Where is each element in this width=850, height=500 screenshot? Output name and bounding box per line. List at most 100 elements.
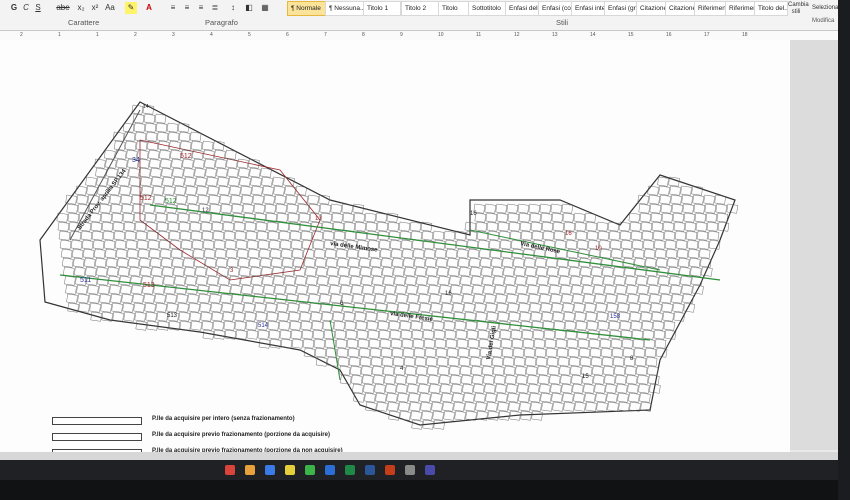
parcel [434, 248, 447, 259]
style-sottotitolo[interactable]: Sottotitolo [468, 1, 510, 16]
cambia-stili-button[interactable]: Cambia stili [788, 2, 809, 16]
parcel [232, 302, 244, 313]
underline-button[interactable]: S [34, 2, 42, 14]
parcel [518, 302, 530, 313]
parcel [207, 185, 219, 196]
shading-icon[interactable]: ◧ [244, 2, 254, 14]
app-icon[interactable] [405, 465, 415, 475]
parcel [403, 356, 416, 367]
parcel [662, 311, 674, 322]
parcel [491, 257, 503, 268]
italic-button[interactable]: C [22, 2, 30, 14]
app-icon[interactable] [265, 465, 275, 475]
parcel [411, 329, 424, 340]
parcel [363, 293, 375, 304]
parcel [245, 320, 258, 331]
parcel [558, 266, 570, 277]
parcel [594, 293, 606, 304]
parcel [528, 383, 540, 394]
parcel [100, 212, 113, 223]
style-titolo[interactable]: Titolo [438, 1, 470, 16]
parcel [654, 338, 667, 349]
parcel [518, 392, 530, 403]
parcel [166, 122, 179, 133]
parcel [408, 392, 420, 403]
parcel [522, 338, 535, 349]
parcel [162, 176, 174, 187]
parcel [250, 266, 262, 277]
parcel [563, 401, 575, 412]
ruler-number: 6 [286, 32, 289, 38]
parcel [296, 284, 308, 295]
parcel [206, 176, 218, 187]
change-case-button[interactable]: Aa [104, 2, 116, 14]
parcel [519, 401, 531, 412]
parcel [539, 293, 551, 304]
style-nessuna[interactable]: ¶ Nessuna... [325, 1, 367, 16]
superscript-button[interactable]: x² [90, 2, 100, 14]
parcel [304, 257, 316, 268]
app-icon[interactable] [245, 465, 255, 475]
bold-button[interactable]: G [10, 2, 18, 14]
app-icon[interactable] [425, 465, 435, 475]
parcel [443, 410, 455, 421]
parcel [315, 257, 327, 268]
parcel [638, 293, 650, 304]
parcel [692, 194, 704, 205]
style-normale[interactable]: ¶ Normale [287, 1, 329, 16]
subscript-button[interactable]: x₂ [76, 2, 86, 14]
parcel [129, 176, 141, 187]
seleziona-button[interactable]: Seleziona [812, 2, 838, 14]
parcel [547, 266, 559, 277]
parcel [118, 266, 130, 277]
parcel [462, 383, 474, 394]
powerpoint-icon[interactable] [385, 465, 395, 475]
parcel [524, 257, 536, 268]
borders-icon[interactable]: ▦ [260, 2, 270, 14]
parcel [225, 248, 238, 259]
parcel [350, 275, 362, 286]
parcel [122, 302, 134, 313]
style-titolo-del[interactable]: Titolo del... [754, 1, 788, 16]
excel-icon[interactable] [345, 465, 355, 475]
chrome-icon[interactable] [305, 465, 315, 475]
parcel [522, 248, 535, 259]
parcel [466, 329, 479, 340]
word-icon[interactable] [365, 465, 375, 475]
parcel [414, 356, 427, 367]
style-titolo2[interactable]: Titolo 2 [401, 1, 439, 16]
parcel [411, 239, 424, 250]
align-center-icon[interactable]: ≡ [182, 2, 192, 14]
font-color-icon[interactable]: A [143, 2, 155, 14]
parcel [513, 257, 525, 268]
document-page[interactable]: Strada Prov. aprilia SP.134 via delle Mi… [0, 40, 790, 500]
style-enfasi-gr[interactable]: Enfasi (gr... [604, 1, 640, 16]
folder-icon[interactable] [285, 465, 295, 475]
app-icon[interactable] [225, 465, 235, 475]
parcel [402, 347, 415, 358]
parcel [541, 221, 554, 232]
parcel [615, 284, 627, 295]
style-titolo1[interactable]: Titolo 1 [363, 1, 401, 16]
parcel [125, 239, 138, 250]
highlight-icon[interactable]: ✎ [125, 2, 137, 14]
justify-icon[interactable]: ≣ [210, 2, 220, 14]
parcel [249, 257, 261, 268]
strikethrough-button[interactable]: abe [56, 2, 70, 14]
parcel [620, 239, 633, 250]
parcel [102, 230, 115, 241]
line-spacing-icon[interactable]: ↕ [228, 2, 238, 14]
parcel [285, 284, 297, 295]
edge-icon[interactable] [325, 465, 335, 475]
align-right-icon[interactable]: ≡ [196, 2, 206, 14]
parcel [178, 131, 191, 142]
parcel [484, 203, 497, 214]
parcel [355, 320, 368, 331]
parcel [461, 374, 473, 385]
parcel [241, 284, 253, 295]
parcel [145, 131, 158, 142]
parcel [377, 320, 390, 331]
align-left-icon[interactable]: ≡ [168, 2, 178, 14]
parcel [456, 338, 469, 349]
parcel [288, 311, 300, 322]
